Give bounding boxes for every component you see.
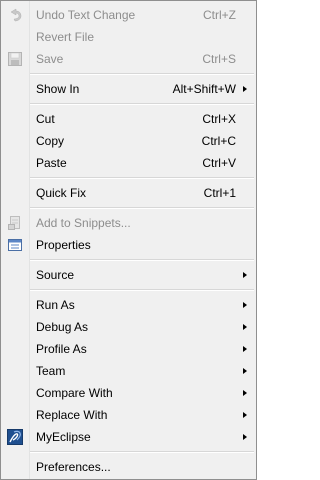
menu-item-revert-file[interactable]: Revert File (1, 26, 256, 48)
menu-item-copy[interactable]: Copy Ctrl+C (1, 130, 256, 152)
menu-item-paste[interactable]: Paste Ctrl+V (1, 152, 256, 174)
menu-item-add-to-snippets[interactable]: Add to Snippets... (1, 212, 256, 234)
menu-item-label: Source (36, 268, 75, 282)
menu-item-shortcut: Alt+Shift+W (172, 82, 236, 96)
menu-item-team[interactable]: Team (1, 360, 256, 382)
menu-separator (1, 448, 256, 456)
menu-item-label: Preferences... (36, 460, 111, 474)
submenu-arrow-icon (243, 434, 247, 440)
menu-item-label: MyEclipse (36, 430, 91, 444)
save-icon (7, 51, 23, 67)
submenu-arrow-icon (243, 272, 247, 278)
menu-item-label: Quick Fix (36, 186, 87, 200)
menu-separator (1, 286, 256, 294)
menu-item-profile-as[interactable]: Profile As (1, 338, 256, 360)
menu-item-label: Paste (36, 156, 67, 170)
menu-item-label: Team (36, 364, 66, 378)
submenu-arrow-icon (243, 302, 247, 308)
menu-item-label: Save (36, 52, 64, 66)
submenu-arrow-icon (243, 368, 247, 374)
submenu-arrow-icon (243, 412, 247, 418)
myeclipse-icon (7, 429, 23, 445)
menu-item-replace-with[interactable]: Replace With (1, 404, 256, 426)
menu-item-run-as[interactable]: Run As (1, 294, 256, 316)
menu-item-label: Undo Text Change (36, 8, 136, 22)
menu-item-label: Revert File (36, 30, 95, 44)
menu-item-preferences[interactable]: Preferences... (1, 456, 256, 478)
submenu-arrow-icon (243, 324, 247, 330)
undo-icon (7, 7, 23, 23)
submenu-arrow-icon (243, 390, 247, 396)
menu-item-save[interactable]: Save Ctrl+S (1, 48, 256, 70)
menu-item-label: Replace With (36, 408, 108, 422)
menu-item-debug-as[interactable]: Debug As (1, 316, 256, 338)
snippet-icon (7, 215, 23, 231)
menu-items: Undo Text Change Ctrl+Z Revert File Save… (1, 4, 256, 478)
menu-item-quick-fix[interactable]: Quick Fix Ctrl+1 (1, 182, 256, 204)
menu-item-label: Profile As (36, 342, 87, 356)
menu-item-shortcut: Ctrl+V (202, 156, 236, 170)
menu-item-label: Show In (36, 82, 80, 96)
menu-item-compare-with[interactable]: Compare With (1, 382, 256, 404)
menu-item-label: Debug As (36, 320, 89, 334)
menu-item-shortcut: Ctrl+1 (203, 186, 236, 200)
menu-item-shortcut: Ctrl+X (202, 112, 236, 126)
submenu-arrow-icon (243, 346, 247, 352)
menu-item-cut[interactable]: Cut Ctrl+X (1, 108, 256, 130)
menu-separator (1, 204, 256, 212)
menu-item-label: Cut (36, 112, 55, 126)
menu-separator (1, 100, 256, 108)
menu-item-shortcut: Ctrl+Z (203, 8, 236, 22)
menu-item-shortcut: Ctrl+C (201, 134, 236, 148)
submenu-arrow-icon (243, 86, 247, 92)
menu-item-label: Properties (36, 238, 91, 252)
context-menu: Undo Text Change Ctrl+Z Revert File Save… (0, 0, 257, 480)
menu-item-label: Run As (36, 298, 75, 312)
menu-item-show-in[interactable]: Show In Alt+Shift+W (1, 78, 256, 100)
menu-item-source[interactable]: Source (1, 264, 256, 286)
menu-item-label: Compare With (36, 386, 113, 400)
menu-separator (1, 174, 256, 182)
menu-item-label: Copy (36, 134, 65, 148)
menu-separator (1, 256, 256, 264)
menu-item-label: Add to Snippets... (36, 216, 131, 230)
menu-item-myeclipse[interactable]: MyEclipse (1, 426, 256, 448)
menu-item-undo-text-change[interactable]: Undo Text Change Ctrl+Z (1, 4, 256, 26)
menu-item-properties[interactable]: Properties (1, 234, 256, 256)
menu-separator (1, 70, 256, 78)
properties-icon (7, 237, 23, 253)
menu-item-shortcut: Ctrl+S (202, 52, 236, 66)
